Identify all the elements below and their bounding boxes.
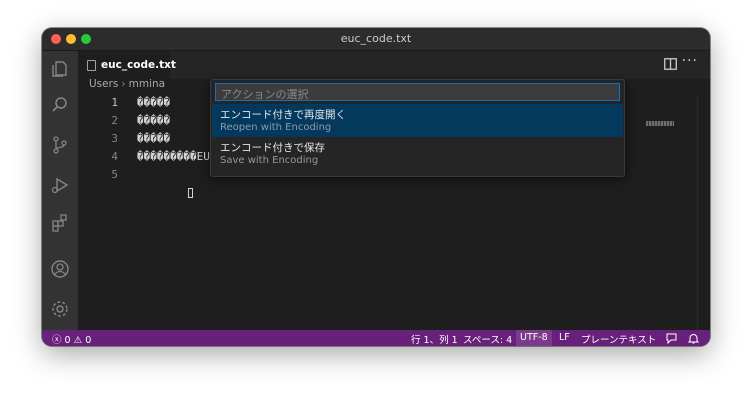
breadcrumb-item[interactable]: Users [89,78,118,90]
code-line: ����� [137,96,171,109]
quick-pick-dialog: アクションの選択 エンコード付きで再度開く Reopen with Encodi… [210,79,625,177]
problems-indicator[interactable]: ⓧ 0 ⚠ 0 [52,332,91,346]
split-editor-icon[interactable] [664,58,677,70]
account-icon[interactable] [50,259,70,279]
text-cursor [188,188,193,198]
feedback-icon[interactable] [666,333,677,344]
breadcrumb-item[interactable]: mmina [129,78,165,90]
more-actions-icon[interactable]: ··· [682,53,698,69]
scrollbar-track[interactable] [697,96,698,336]
warning-count: 0 [85,335,92,346]
error-count: 0 [64,335,71,346]
line-number: 1 [111,96,118,109]
language-mode[interactable]: プレーンテキスト [581,332,656,346]
error-icon: ⓧ [52,335,62,346]
activity-bar [42,51,78,330]
code-line: ����� [137,132,171,145]
quick-pick-item-reopen[interactable]: エンコード付きで再度開く Reopen with Encoding [212,104,623,137]
search-icon[interactable] [50,95,70,115]
explorer-icon[interactable] [50,59,70,79]
tab-bar: euc_code.txt ··· [78,51,710,80]
editor-window: euc_code.txt euc_code.txt ··· Users › mm… [42,28,710,346]
item-subtitle: Reopen with Encoding [220,122,332,133]
chevron-right-icon: › [121,78,126,90]
code-line: ����� [137,114,171,127]
window-title: euc_code.txt [340,32,412,45]
line-number: 5 [111,168,118,181]
warning-icon: ⚠ [73,335,83,346]
item-title: エンコード付きで再度開く [220,109,346,121]
item-subtitle: Save with Encoding [220,155,319,166]
quick-pick-input[interactable]: アクションの選択 [215,83,620,101]
extensions-icon[interactable] [50,213,70,233]
minimap[interactable] [646,121,674,126]
tab-label: euc_code.txt [101,59,176,71]
bell-icon[interactable] [688,333,699,344]
end-of-line[interactable]: LF [559,332,570,343]
source-control-icon[interactable] [50,135,70,155]
cursor-position[interactable]: 行 1、列 1 [411,332,458,346]
settings-gear-icon[interactable] [50,299,70,319]
quick-pick-item-save[interactable]: エンコード付きで保存 Save with Encoding [212,137,623,170]
title-bar: euc_code.txt [42,28,710,51]
line-number: 2 [111,114,118,127]
indentation[interactable]: スペース: 4 [463,332,512,346]
breadcrumb: Users › mmina [89,78,165,90]
status-bar: ⓧ 0 ⚠ 0 行 1、列 1 スペース: 4 UTF-8 LF プレーンテキス… [42,330,710,346]
tab-euc-code[interactable]: euc_code.txt [78,51,176,80]
text-file-icon [87,60,96,71]
encoding[interactable]: UTF-8 [516,330,552,346]
line-number: 4 [111,150,118,163]
run-debug-icon[interactable] [50,175,70,195]
line-number: 3 [111,132,118,145]
item-title: エンコード付きで保存 [220,142,325,154]
